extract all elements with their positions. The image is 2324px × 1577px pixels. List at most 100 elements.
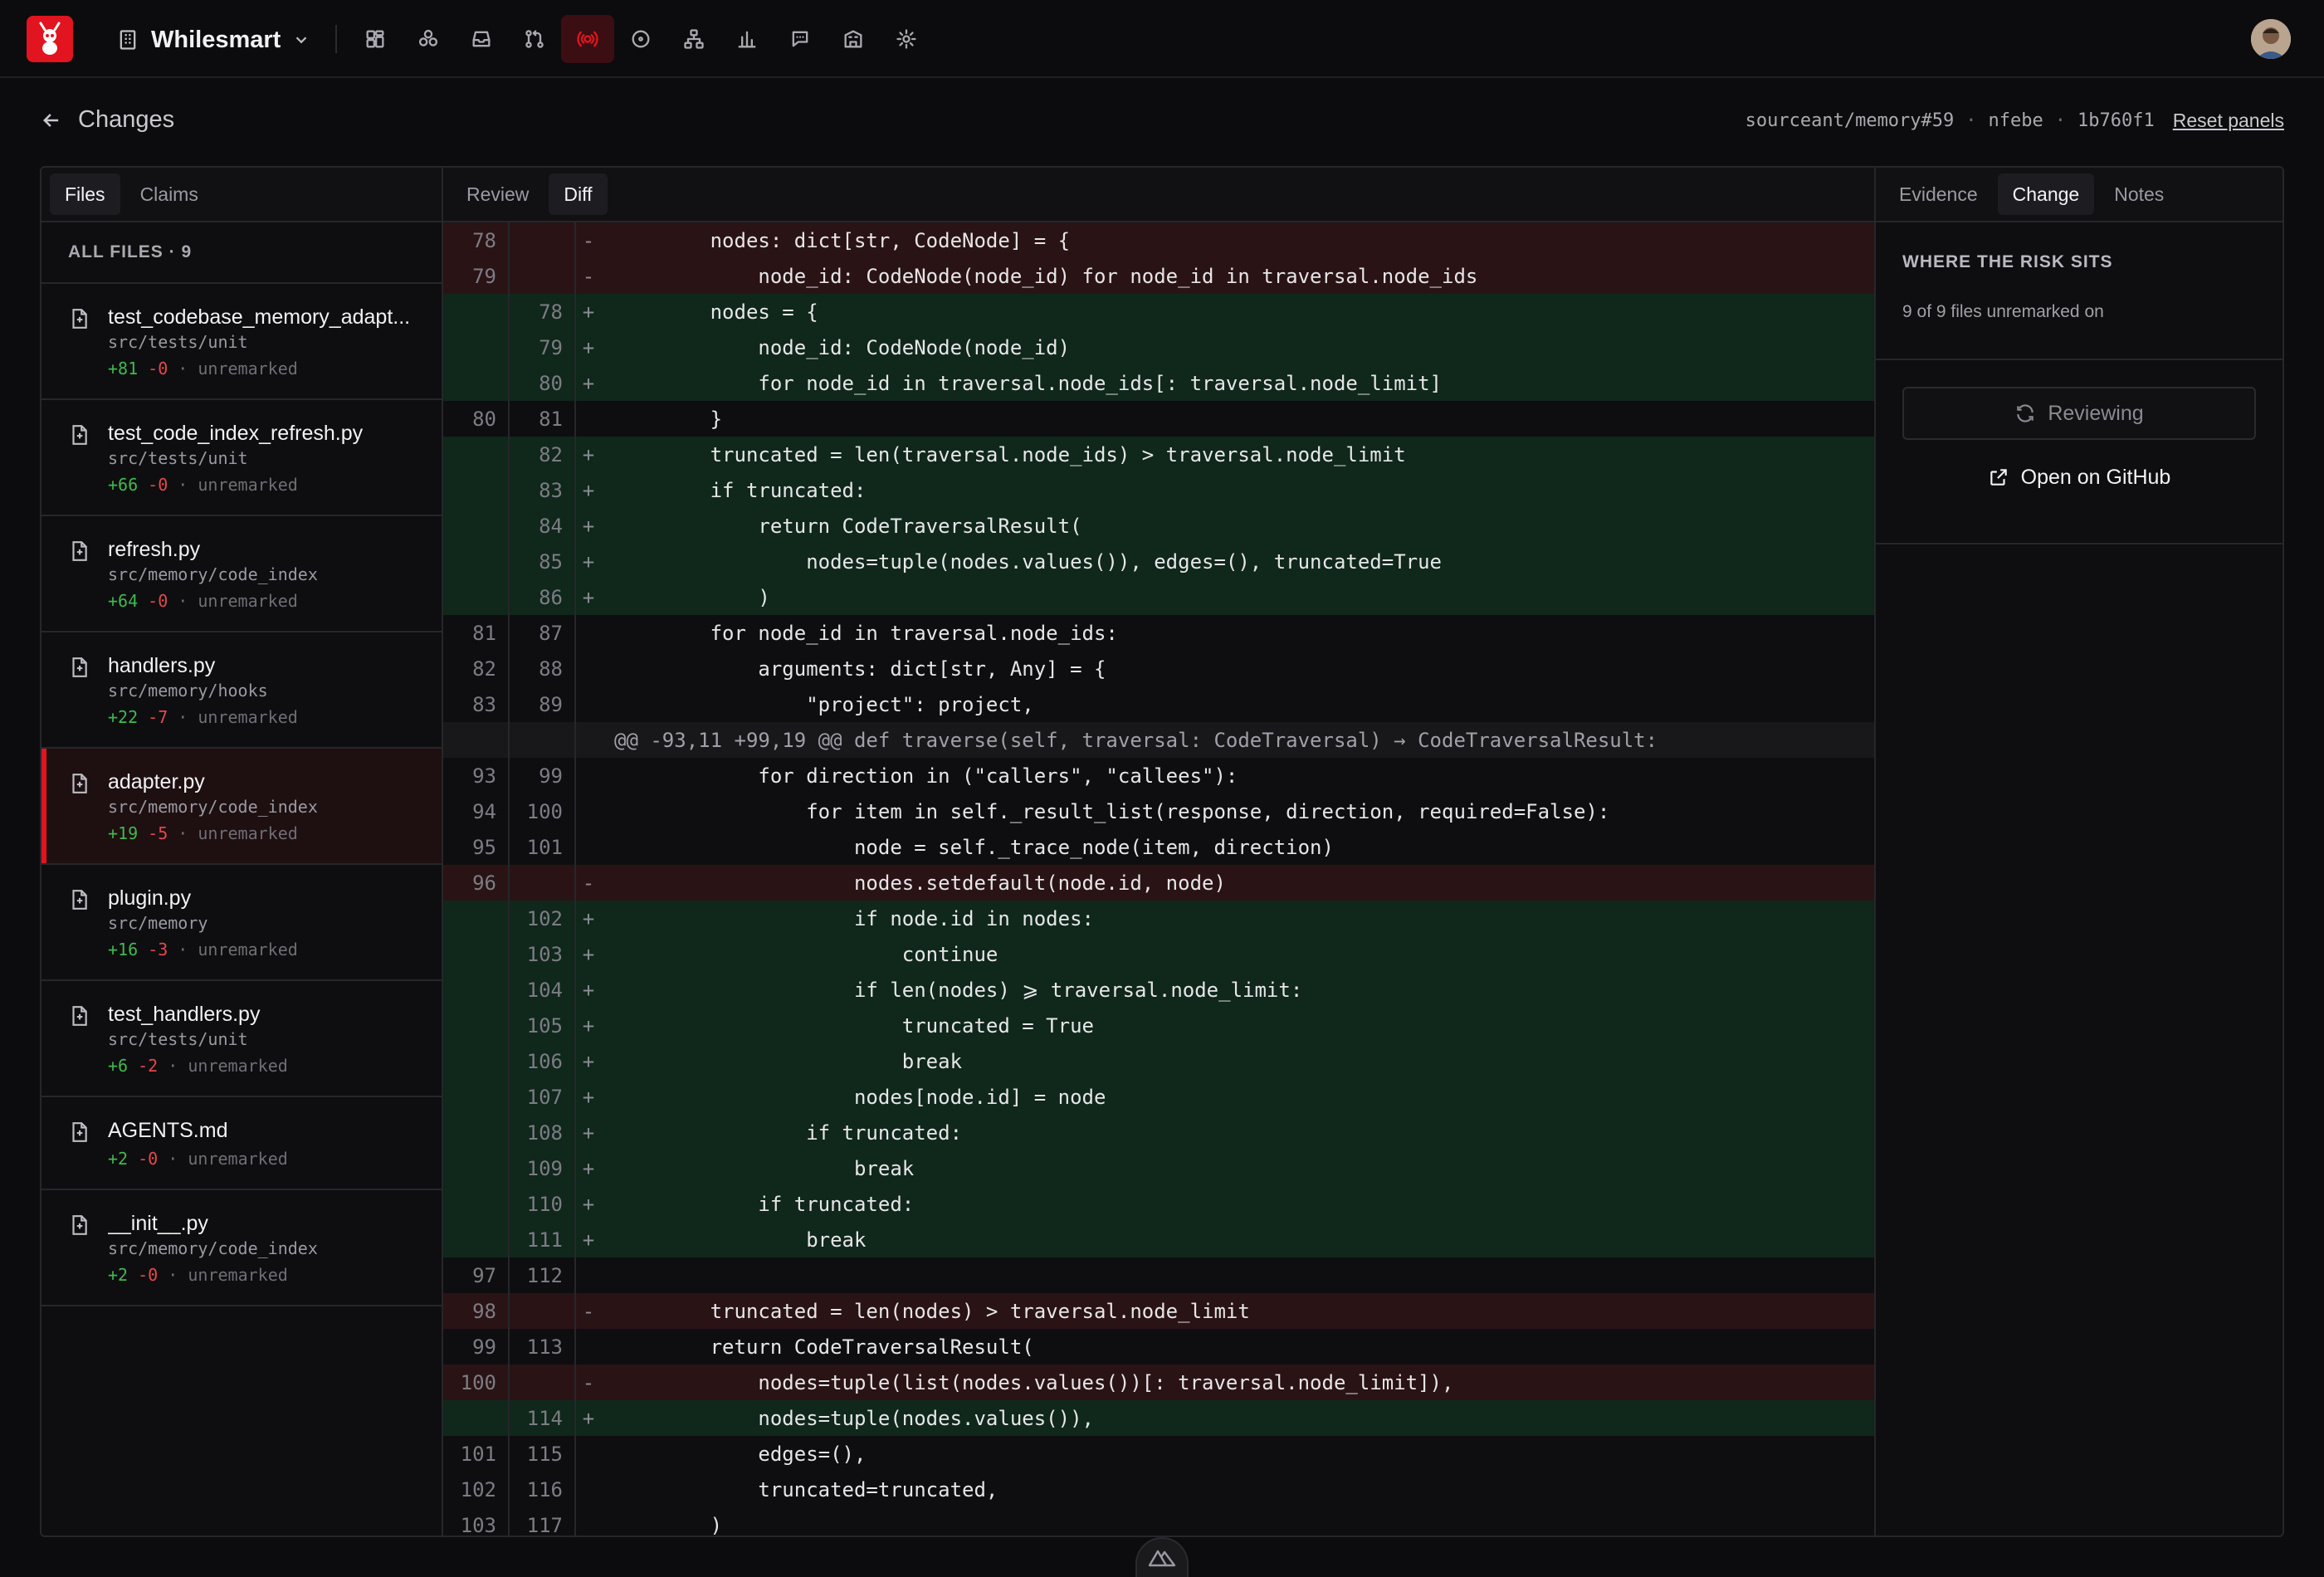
diff-line-removed[interactable]: 98 - truncated = len(nodes) > traversal.n… [443,1293,1874,1329]
diff-line-added[interactable]: 109 + break [443,1150,1874,1186]
nav-issue[interactable] [614,15,667,63]
diff-line-context[interactable]: 81 87 for node_id in traversal.node_ids: [443,615,1874,651]
diff-line-context[interactable]: 83 89 "project": project, [443,686,1874,722]
avatar[interactable] [2251,19,2291,59]
old-line-number: 100 [443,1365,510,1400]
diff-line-context[interactable]: 101 115 edges=(), [443,1436,1874,1472]
nav-building[interactable] [827,15,880,63]
diff-line-added[interactable]: 82 + truncated = len(traversal.node_ids) … [443,437,1874,472]
diff-line-added[interactable]: 114 + nodes=tuple(nodes.values()), [443,1400,1874,1436]
diff-sign: - [582,1370,595,1394]
diff-line-context[interactable]: 95 101 node = self._trace_node(item, dire… [443,829,1874,865]
diff-line-added[interactable]: 108 + if truncated: [443,1115,1874,1150]
diff-line-added[interactable]: 106 + break [443,1043,1874,1079]
diff-hunk-header[interactable]: @@ -93,11 +99,19 @@ def traverse(self, t… [443,722,1874,758]
nav-hierarchy[interactable] [667,15,720,63]
diff-line-context[interactable]: 99 113 return CodeTraversalResult( [443,1329,1874,1365]
file-stats: +66 -0 · unremarked [108,471,425,498]
new-line-number: 113 [510,1329,576,1365]
tab-review[interactable]: Review [452,173,544,215]
file-list-item[interactable]: AGENTS.md +2 -0 · unremarked [42,1097,442,1190]
reset-panels-link[interactable]: Reset panels [2173,110,2284,132]
diff-sign: + [582,1228,595,1252]
file-path: src/tests/unit [108,332,248,352]
diff-line-context[interactable]: 103 117 ) [443,1507,1874,1536]
diff-sign: + [582,1406,595,1430]
file-stats: +22 -7 · unremarked [108,704,425,730]
diff-line-context[interactable]: 80 81 } [443,401,1874,437]
nav-pull-request[interactable] [508,15,561,63]
nav-chart[interactable] [720,15,774,63]
diff-sign: + [582,906,595,930]
file-list-item[interactable]: test_code_index_refresh.py src/tests/unit… [42,400,442,516]
reviewing-button[interactable]: Reviewing [1902,387,2256,440]
new-line-number [510,258,576,294]
ant-logo-icon [39,22,61,55]
workspace-switcher[interactable]: Whilesmart [116,23,310,56]
file-list-item[interactable]: handlers.py src/memory/hooks +22 -7 · unre… [42,632,442,749]
file-list-item[interactable]: refresh.py src/memory/code_index +64 -0 · … [42,516,442,632]
file-list-item[interactable]: plugin.py src/memory +16 -3 · unremarked [42,865,442,981]
file-stats: +6 -2 · unremarked [108,1052,425,1079]
separator: · [168,359,198,378]
old-line-number: 81 [443,615,510,651]
open-on-github-link[interactable]: Open on GitHub [1902,456,2256,498]
diff-line-added[interactable]: 103 + continue [443,936,1874,972]
file-diff-icon [72,1006,87,1026]
diff-line-context[interactable]: 93 99 for direction in ("callers", "calle… [443,758,1874,793]
diff-line-added[interactable]: 84 + return CodeTraversalResult( [443,508,1874,544]
diff-line-added[interactable]: 79 + node_id: CodeNode(node_id) [443,330,1874,365]
app-logo[interactable] [27,16,73,62]
separator: · [158,1149,188,1169]
tab-evidence[interactable]: Evidence [1884,173,1993,215]
old-line-number: 97 [443,1257,510,1293]
risk-section: WHERE THE RISK SITS 9 of 9 files unremar… [1876,222,2282,360]
code-text: "project": project, [614,692,1034,716]
diff-sign: + [582,978,595,1002]
file-list-item[interactable]: test_codebase_memory_adapt... src/tests/u… [42,284,442,400]
tab-diff[interactable]: Diff [549,173,608,215]
nav-radar[interactable] [561,15,614,63]
diff-line-added[interactable]: 86 + ) [443,579,1874,615]
nav-inbox[interactable] [455,15,508,63]
file-list-item[interactable]: adapter.py src/memory/code_index +19 -5 · … [42,749,442,865]
diff-line-removed[interactable]: 79 - node_id: CodeNode(node_id) for node_… [443,258,1874,294]
tab-notes[interactable]: Notes [2099,173,2179,215]
review-status: unremarked [188,1265,288,1285]
new-line-number: 110 [510,1186,576,1222]
old-line-number: 96 [443,865,510,901]
diff-line-added[interactable]: 85 + nodes=tuple(nodes.values()), edges=(… [443,544,1874,579]
back-link[interactable]: Changes [40,106,174,134]
diff-line-context[interactable]: 102 116 truncated=truncated, [443,1472,1874,1507]
nav-dashboard[interactable] [349,15,402,63]
bottom-dock-handle[interactable] [1135,1537,1189,1577]
diff-line-added[interactable]: 111 + break [443,1222,1874,1257]
code-text: ) [614,1513,723,1536]
diff-line-added[interactable]: 102 + if node.id in nodes: [443,901,1874,936]
file-list-item[interactable]: __init__.py src/memory/code_index +2 -0 · … [42,1190,442,1306]
additions-count: +16 [108,940,139,959]
diff-line-removed[interactable]: 100 - nodes=tuple(list(nodes.values())[: … [443,1365,1874,1400]
file-list-item[interactable]: test_handlers.py src/tests/unit +6 -2 · un… [42,981,442,1097]
tab-files[interactable]: Files [50,173,120,215]
diff-line-added[interactable]: 80 + for node_id in traversal.node_ids[: … [443,365,1874,401]
nav-modules[interactable] [402,15,455,63]
diff-line-added[interactable]: 78 + nodes = { [443,294,1874,330]
diff-sign: + [582,300,595,324]
diff-line-added[interactable]: 83 + if truncated: [443,472,1874,508]
nav-chat[interactable] [774,15,827,63]
tab-change[interactable]: Change [1997,173,2095,215]
nav-settings[interactable] [880,15,933,63]
diff-line-added[interactable]: 104 + if len(nodes) ⩾ traversal.node_limi… [443,972,1874,1008]
diff-line-context[interactable]: 97 112 [443,1257,1874,1293]
diff-line-removed[interactable]: 78 - nodes: dict[str, CodeNode] = { [443,222,1874,258]
diff-sign: + [582,1192,595,1216]
diff-line-removed[interactable]: 96 - nodes.setdefault(node.id, node) [443,865,1874,901]
tab-claims[interactable]: Claims [125,173,213,215]
diff-line-context[interactable]: 94 100 for item in self._result_list(resp… [443,793,1874,829]
diff-line-added[interactable]: 107 + nodes[node.id] = node [443,1079,1874,1115]
diff-line-added[interactable]: 105 + truncated = True [443,1008,1874,1043]
diff-line-added[interactable]: 110 + if truncated: [443,1186,1874,1222]
diff-line-context[interactable]: 82 88 arguments: dict[str, Any] = { [443,651,1874,686]
old-line-number [443,294,510,330]
